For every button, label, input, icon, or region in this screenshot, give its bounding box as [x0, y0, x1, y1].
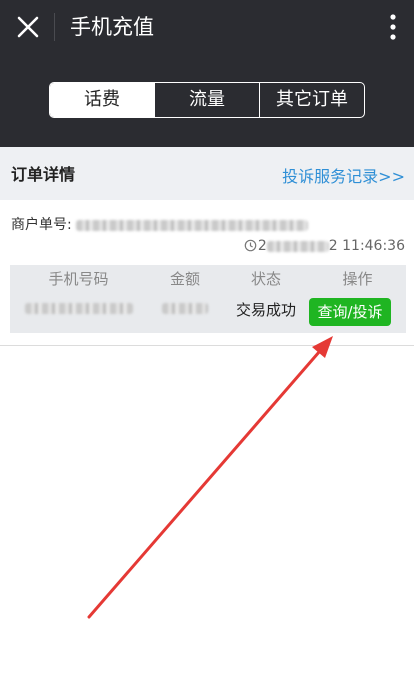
- query-complaint-button[interactable]: 查询/投诉: [309, 298, 391, 326]
- more-menu-button[interactable]: [378, 7, 408, 47]
- tab-data-traffic[interactable]: 流量: [154, 83, 259, 117]
- topbar-divider: [54, 13, 55, 41]
- amount-redacted: [147, 299, 223, 317]
- order-status: 交易成功: [235, 301, 296, 319]
- merchant-order-row: 商户单号:: [11, 214, 309, 234]
- tab-phone-bill[interactable]: 话费: [50, 83, 154, 117]
- tab-other-orders[interactable]: 其它订单: [259, 83, 364, 117]
- column-header-action: 操作: [342, 270, 373, 288]
- phone-number-redacted: [10, 299, 147, 317]
- segmented-tabs: 话费 流量 其它订单: [49, 82, 365, 118]
- order-time: 2 2 11:46:36: [244, 238, 405, 254]
- column-header-amount: 金额: [169, 270, 200, 288]
- page-title: 手机充值: [70, 15, 154, 39]
- order-time-prefix: 2: [257, 238, 267, 254]
- section-title: 订单详情: [11, 165, 76, 184]
- order-time-suffix: 2 11:46:36: [328, 238, 405, 254]
- top-bar: 手机充值: [0, 0, 414, 54]
- merchant-order-number-redacted: [76, 219, 309, 231]
- order-time-redacted: [266, 240, 329, 252]
- merchant-order-label: 商户单号:: [11, 217, 72, 233]
- more-vertical-icon: [390, 14, 396, 40]
- column-header-status: 状态: [250, 270, 281, 288]
- clock-icon: [244, 239, 257, 252]
- close-button[interactable]: [8, 7, 48, 47]
- column-header-phone: 手机号码: [48, 270, 109, 288]
- divider: [0, 345, 414, 346]
- complaint-records-link[interactable]: 投诉服务记录>>: [282, 163, 405, 187]
- order-details-header: 订单详情 投诉服务记录>>: [0, 147, 414, 200]
- tab-bar: 话费 流量 其它订单: [0, 54, 414, 147]
- order-table: 手机号码 金额 状态 操作 交易成功 查询/投诉: [10, 265, 406, 333]
- close-icon: [17, 16, 39, 38]
